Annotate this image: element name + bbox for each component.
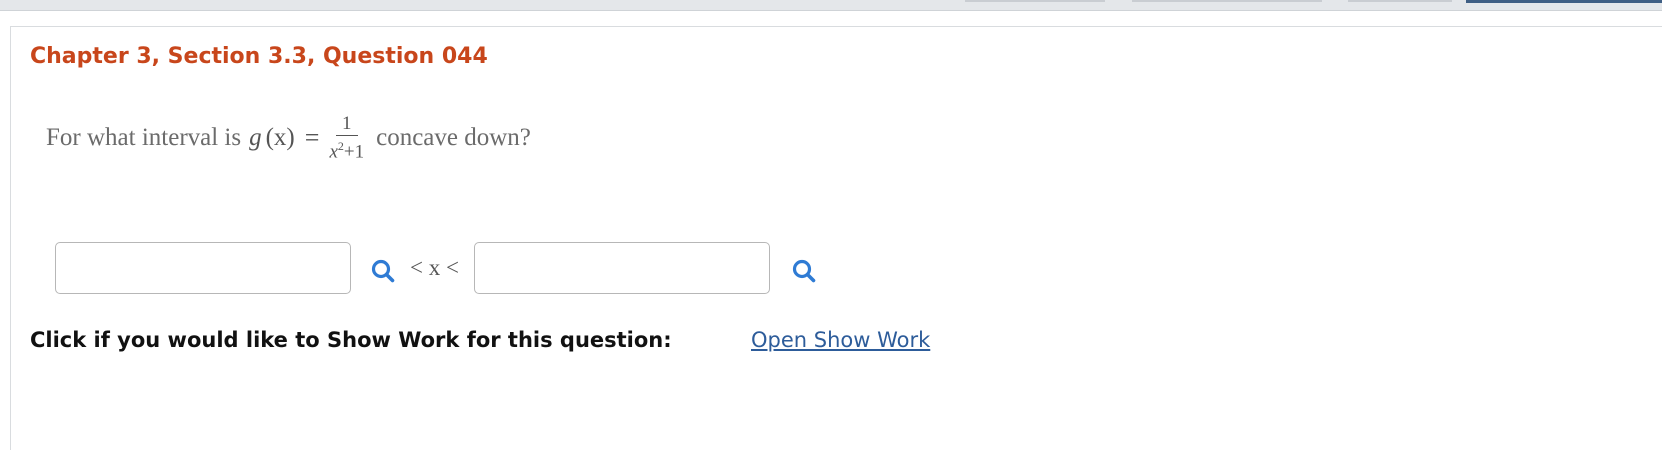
denominator-rest: +1 bbox=[343, 141, 365, 163]
function-fraction: 1 x2+1 bbox=[329, 114, 364, 161]
question-title: Chapter 3, Section 3.3, Question 044 bbox=[30, 44, 488, 69]
question-prompt: For what interval is g (x) = 1 x2+1 conc… bbox=[46, 112, 531, 164]
answer-row: < x < bbox=[55, 242, 855, 298]
fraction-denominator: x2+1 bbox=[329, 136, 364, 161]
top-toolbar-strip bbox=[0, 0, 1662, 11]
function-name: g bbox=[249, 124, 262, 151]
equals-sign: = bbox=[304, 123, 320, 152]
inequality-text: < x < bbox=[410, 255, 459, 280]
toolbar-tab[interactable] bbox=[1132, 0, 1322, 2]
open-show-work-link[interactable]: Open Show Work bbox=[751, 328, 930, 352]
toolbar-tab-active[interactable] bbox=[1466, 0, 1662, 3]
denominator-base: x bbox=[329, 141, 338, 163]
show-work-label: Click if you would like to Show Work for… bbox=[30, 328, 672, 352]
prompt-suffix: concave down? bbox=[376, 124, 531, 151]
toolbar-tab[interactable] bbox=[1348, 0, 1452, 2]
upper-bound-input[interactable] bbox=[474, 242, 770, 294]
toolbar-tab[interactable] bbox=[965, 0, 1105, 2]
function-variable: (x) bbox=[265, 124, 295, 151]
fraction-numerator: 1 bbox=[336, 114, 358, 137]
prompt-prefix: For what interval is bbox=[46, 124, 242, 151]
lower-bound-input[interactable] bbox=[55, 242, 351, 294]
magnifier-icon[interactable] bbox=[370, 258, 396, 284]
magnifier-icon[interactable] bbox=[791, 258, 817, 284]
question-panel bbox=[10, 26, 1662, 450]
